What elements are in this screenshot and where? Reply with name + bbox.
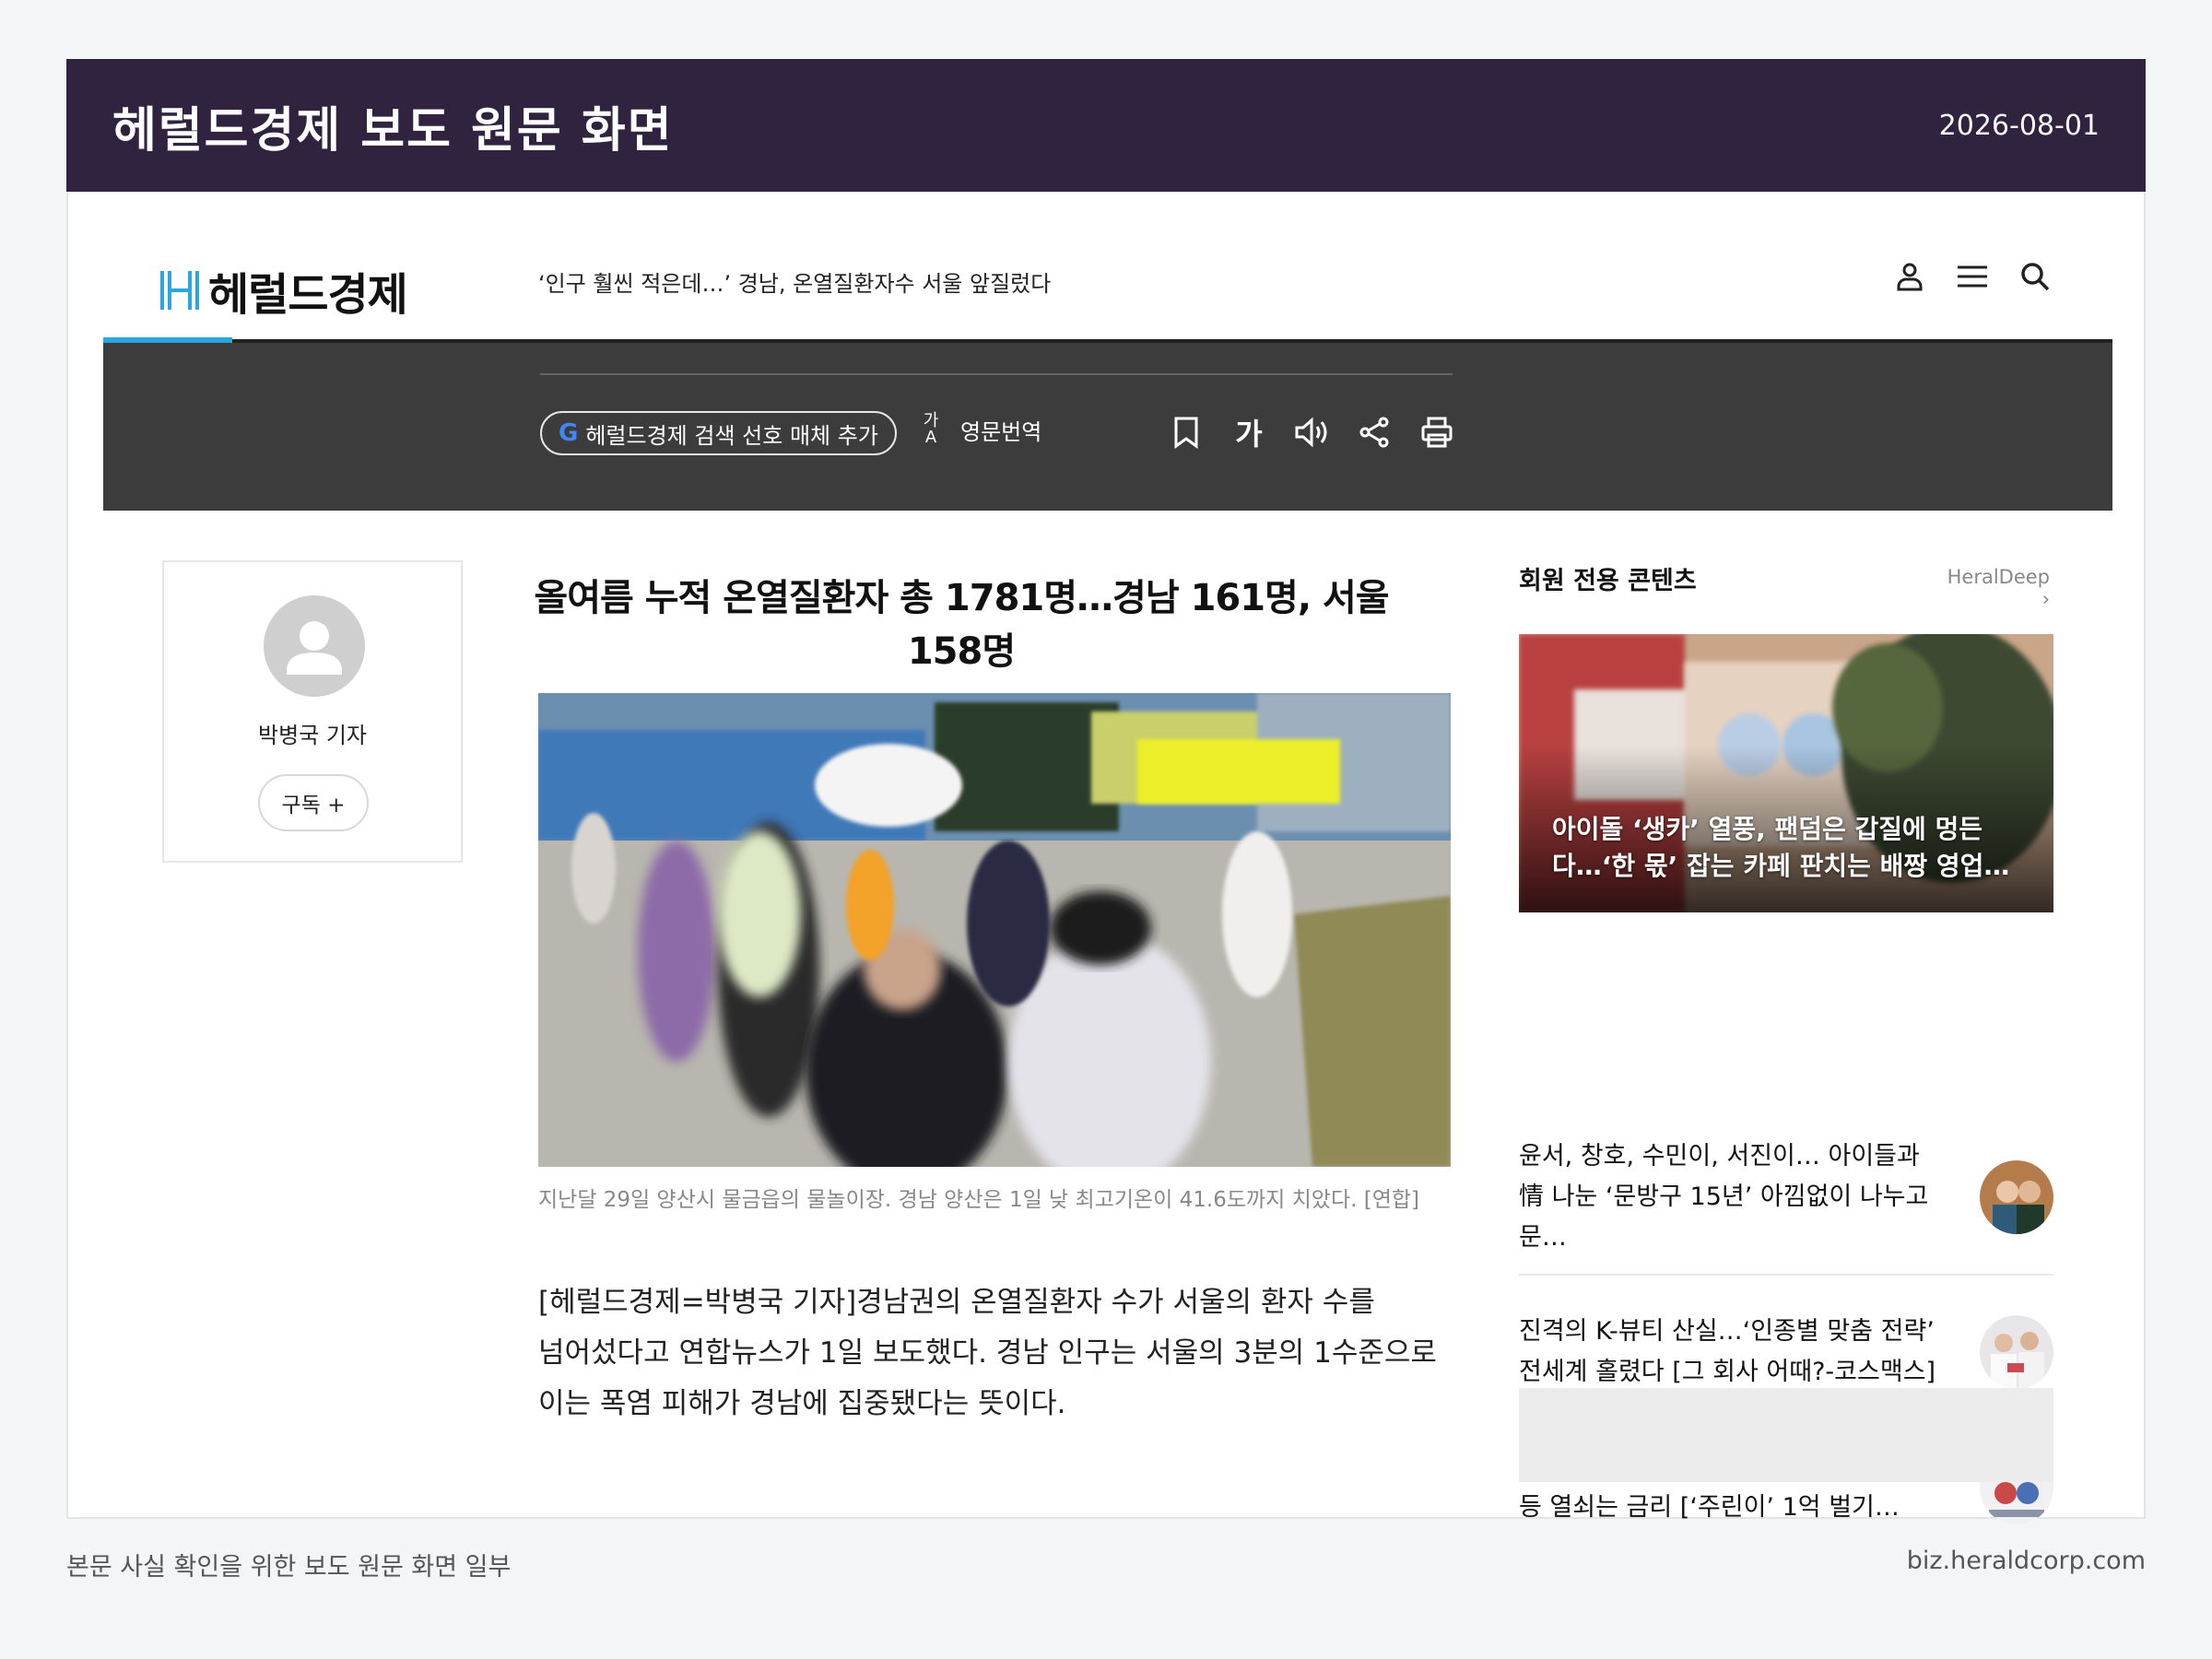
font-size-icon[interactable]: 가	[1231, 411, 1266, 453]
body-line: [헤럴드경제=박병국 기자]경남권의 온열질환자 수가 서울의 환자 수를	[538, 1286, 1375, 1319]
site-header: 헤럴드경제 ‘인구 훨씬 적은데…’ 경남, 온열질환자수 서울 앞질렀다	[103, 192, 2112, 343]
translate-button[interactable]: 가 A 영문번역	[914, 411, 1042, 447]
featured-story[interactable]: 아이돌 ‘생카’ 열풍, 팬덤은 갑질에 멍든다…‘한 몫’ 잡는 카페 판치는…	[1519, 634, 2053, 912]
print-icon[interactable]	[1419, 411, 1454, 453]
page-title: 헤럴드경제 보도 원문 화면	[112, 102, 674, 159]
menu-icon[interactable]	[1956, 260, 1989, 293]
site-logo[interactable]: 헤럴드경제	[160, 258, 408, 323]
article-toolbar: G 헤럴드경제 검색 선호 매체 추가 가 A 영문번역 가	[103, 343, 2112, 511]
reporter-card: 박병국 기자 구독 +	[162, 560, 463, 863]
article-photo	[538, 693, 1451, 1167]
sidebar-story[interactable]: 윤서, 창호, 수민이, 서진이… 아이들과 情 나눈 ‘문방구 15년’ 아낌…	[1519, 1121, 2053, 1276]
subscribe-button[interactable]: 구독 +	[258, 774, 369, 831]
body-line: 넘어섰다고 연합뉴스가 1일 보도했다. 경남 인구는 서울의 3분의 1수준으…	[538, 1336, 1437, 1370]
share-icon[interactable]	[1357, 411, 1392, 453]
sidebar-story-thumbnail	[1980, 1160, 2053, 1234]
sidebar-story-thumbnail	[1980, 1315, 2053, 1389]
reporter-name[interactable]: 박병국 기자	[164, 717, 461, 749]
sidebar-story-title: 진격의 K-뷰티 산실…‘인종별 맞춤 전략’ 전세계 홀렸다 [그 회사 어때…	[1519, 1317, 1936, 1386]
source-domain: biz.heraldcorp.com	[1906, 1547, 2146, 1575]
google-icon: G	[559, 419, 579, 447]
toolbar-divider	[540, 373, 1453, 375]
body-line: 이는 폭염 피해가 경남에 집중됐다는 뜻이다.	[538, 1387, 1066, 1420]
sidebar-story-title: 윤서, 창호, 수민이, 서진이… 아이들과 情 나눈 ‘문방구 15년’ 아낌…	[1519, 1142, 1929, 1252]
sidebar-heading: 회원 전용 콘텐츠	[1519, 567, 1697, 595]
translate-label: 영문번역	[960, 418, 1042, 445]
search-icon[interactable]	[2018, 260, 2052, 293]
reporter-avatar	[264, 595, 365, 697]
translate-icon: 가 A	[923, 411, 939, 447]
user-icon[interactable]	[1893, 260, 1926, 293]
bookmark-icon[interactable]	[1169, 411, 1204, 453]
article-screenshot-frame: 헤럴드경제 ‘인구 훨씬 적은데…’ 경남, 온열질환자수 서울 앞질렀다 G …	[66, 192, 2146, 1524]
header-icons	[1893, 260, 2052, 293]
article-title: 올여름 누적 온열질환자 총 1781명…경남 161명, 서울 158명	[534, 577, 1389, 673]
heraldeep-link[interactable]: HeralDeep ›	[1941, 566, 2050, 610]
page-header-bar: 헤럴드경제 보도 원문 화면 2026-08-01	[66, 59, 2146, 192]
headline-ticker[interactable]: ‘인구 훨씬 적은데…’ 경남, 온열질환자수 서울 앞질렀다	[538, 265, 1051, 298]
speaker-icon[interactable]	[1294, 411, 1329, 453]
photo-caption: 지난달 29일 양산시 물금읍의 물놀이장. 경남 양산은 1일 낮 최고기온이…	[538, 1188, 1420, 1212]
footer-note: 본문 사실 확인을 위한 보도 원문 화면 일부	[66, 1553, 512, 1582]
logo-mark-icon	[160, 271, 199, 310]
toolbar-icons: 가	[1169, 411, 1454, 453]
preferred-source-label: 헤럴드경제 검색 선호 매체 추가	[585, 422, 878, 449]
featured-story-title: 아이돌 ‘생카’ 열풍, 팬덤은 갑질에 멍든다…‘한 몫’ 잡는 카페 판치는…	[1552, 814, 2010, 881]
logo-text: 헤럴드경제	[208, 269, 408, 321]
preferred-source-button[interactable]: G 헤럴드경제 검색 선호 매체 추가	[540, 411, 897, 455]
article-body: [헤럴드경제=박병국 기자]경남권의 온열질환자 수가 서울의 환자 수를 넘어…	[538, 1277, 1451, 1430]
ad-placeholder	[1519, 1388, 2053, 1482]
page-date: 2026-08-01	[1938, 109, 2100, 142]
